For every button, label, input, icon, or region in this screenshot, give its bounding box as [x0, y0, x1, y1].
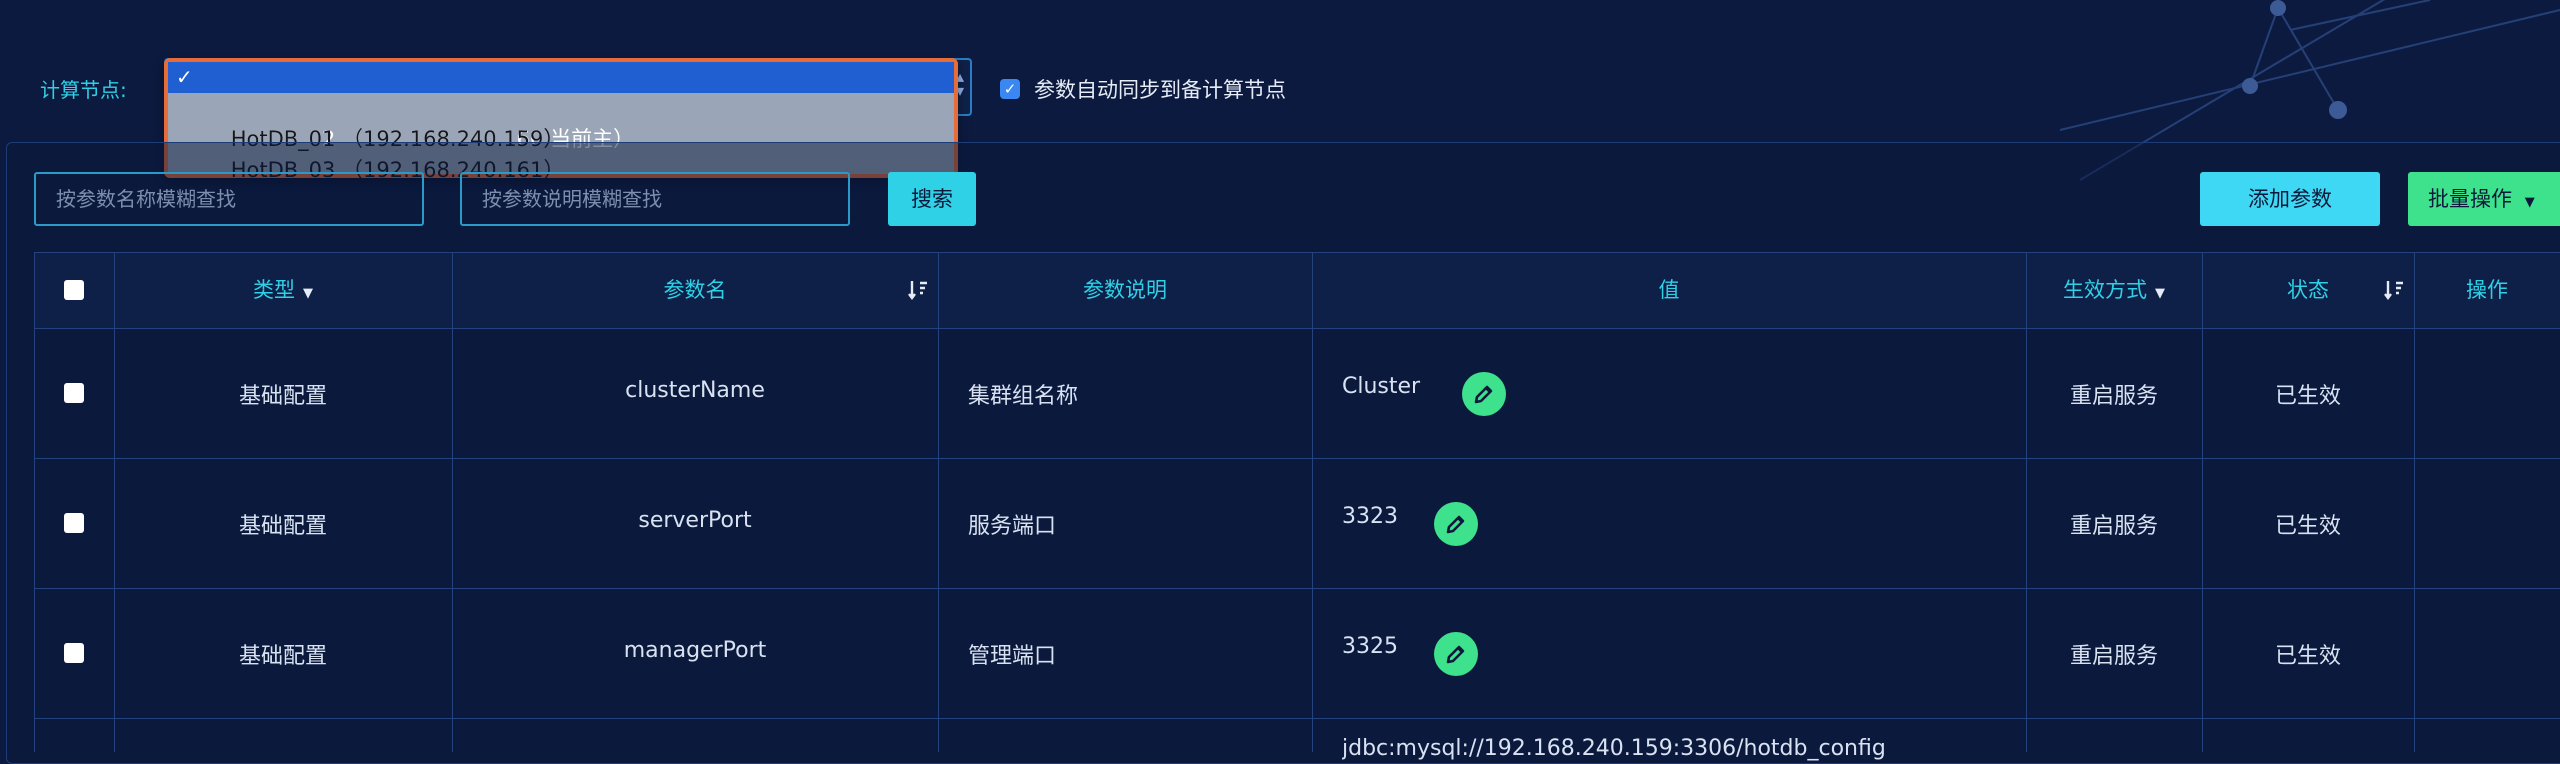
cell-mode: 重启服务 [2069, 384, 2158, 409]
add-param-button[interactable]: 添加参数 [2200, 172, 2380, 226]
check-icon: ✓ [176, 65, 193, 89]
row-checkbox[interactable] [64, 383, 84, 403]
cell-status: 已生效 [2274, 384, 2341, 409]
cell-value: Cluster [1342, 374, 1421, 399]
param-name-search-input[interactable] [34, 172, 424, 226]
parameter-table: 类型 ▼ 参数名 参数说明 值 生效方式 ▼ 状态 操作 基础配置 clusterN… [34, 252, 2560, 761]
sync-checkbox[interactable]: ✓ [1000, 79, 1020, 99]
cell-name: serverPort [638, 508, 752, 533]
batch-actions-label: 批量操作 [2428, 187, 2512, 211]
column-header-desc: 参数说明 [938, 252, 1312, 328]
sort-icon[interactable] [2382, 278, 2406, 302]
pencil-icon [1446, 515, 1465, 534]
header-desc-label: 参数说明 [1083, 278, 1167, 302]
column-header-type[interactable]: 类型 ▼ [114, 252, 452, 328]
node-selector-label: 计算节点: [40, 78, 127, 102]
pencil-icon [1446, 645, 1465, 664]
sort-icon[interactable] [906, 278, 930, 302]
pencil-icon [1474, 385, 1493, 404]
header-value-label: 值 [1658, 278, 1680, 302]
cell-value-partial: jdbc:mysql://192.168.240.159:3306/hotdb_… [1342, 736, 1886, 761]
cell-type: 基础配置 [238, 384, 327, 409]
cell-value: 3323 [1342, 504, 1398, 529]
caret-down-icon: ▼ [303, 286, 313, 301]
caret-down-icon: ▼ [2155, 286, 2165, 301]
caret-down-icon: ▼ [2524, 195, 2535, 210]
row-checkbox[interactable] [64, 513, 84, 533]
header-action-label: 操作 [2466, 278, 2508, 302]
edit-value-button[interactable] [1462, 372, 1506, 416]
cell-type: 基础配置 [238, 514, 327, 539]
cell-desc: 管理端口 [968, 644, 1057, 669]
cell-desc: 服务端口 [968, 514, 1057, 539]
cell-value: 3325 [1342, 634, 1398, 659]
node-option-hotdb02[interactable]: ✓ HotDB_02 （192.168.240.160 当前主） [168, 62, 954, 151]
batch-actions-button[interactable]: 批量操作 ▼ [2408, 172, 2560, 226]
cell-mode: 重启服务 [2069, 514, 2158, 539]
cell-desc: 集群组名称 [968, 384, 1079, 409]
header-status-label: 状态 [2287, 278, 2329, 302]
cell-status: 已生效 [2274, 644, 2341, 669]
cell-mode: 重启服务 [2069, 644, 2158, 669]
cell-status: 已生效 [2274, 514, 2341, 539]
edit-value-button[interactable] [1434, 502, 1478, 546]
column-header-mode[interactable]: 生效方式 ▼ [2026, 252, 2202, 328]
search-button[interactable]: 搜索 [888, 172, 976, 226]
column-header-name: 参数名 [452, 252, 938, 328]
row-checkbox[interactable] [64, 643, 84, 663]
column-header-value: 值 [1312, 252, 2026, 328]
cell-name: clusterName [625, 378, 765, 403]
header-mode-label: 生效方式 [2063, 278, 2147, 302]
node-option-hotdb01[interactable]: HotDB_01 （192.168.240.159） [168, 93, 954, 151]
edit-value-button[interactable] [1434, 632, 1478, 676]
cell-name: managerPort [623, 638, 767, 663]
sync-label: 参数自动同步到备计算节点 [1034, 78, 1286, 102]
select-all-checkbox[interactable] [64, 280, 84, 300]
header-name-label: 参数名 [663, 278, 727, 302]
param-desc-search-input[interactable] [460, 172, 850, 226]
column-header-action: 操作 [2414, 252, 2560, 328]
header-type-label: 类型 [253, 278, 295, 302]
cell-type: 基础配置 [238, 644, 327, 669]
